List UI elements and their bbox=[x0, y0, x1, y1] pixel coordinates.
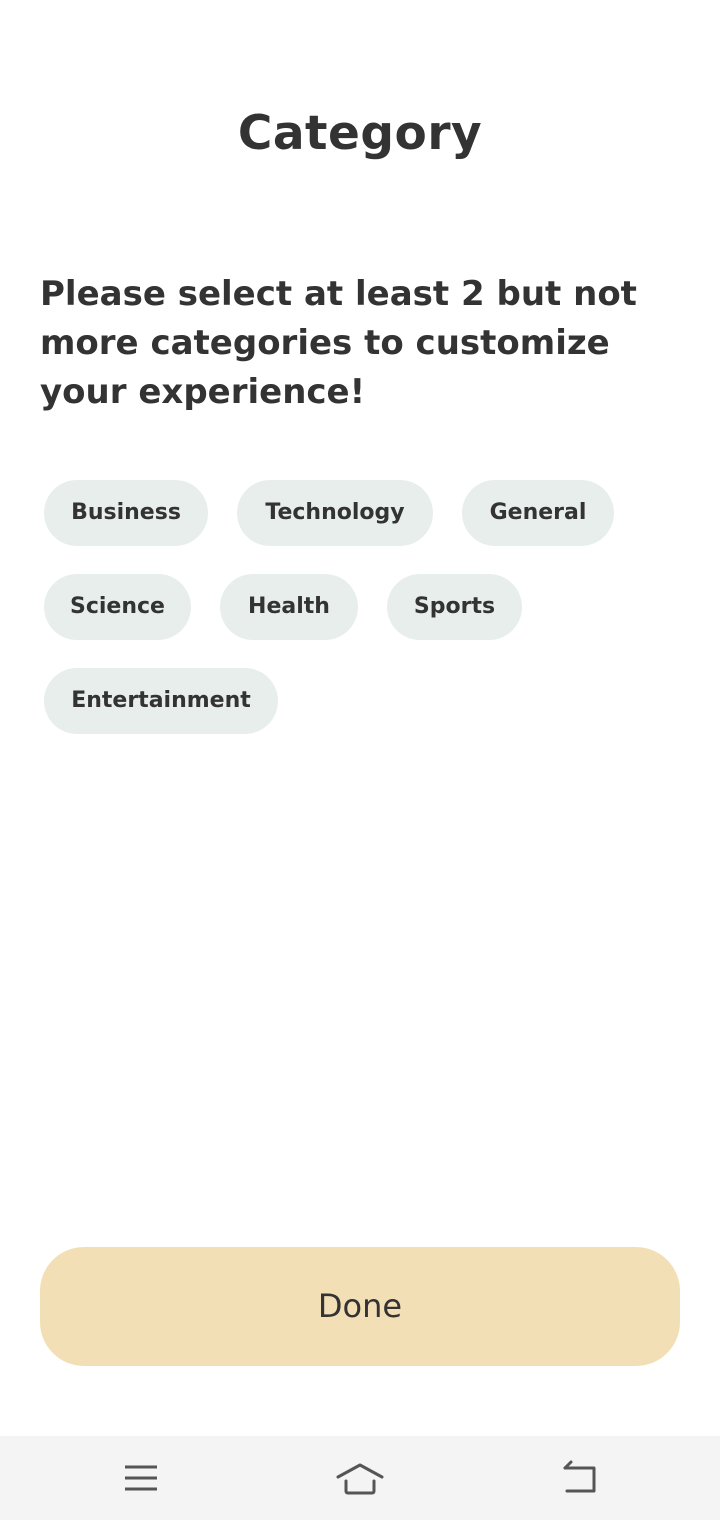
home-icon[interactable] bbox=[335, 1458, 385, 1498]
done-button[interactable]: Done bbox=[40, 1247, 680, 1366]
category-chip-business[interactable]: Business bbox=[44, 480, 208, 546]
system-navigation-bar bbox=[0, 1436, 720, 1520]
category-chip-entertainment[interactable]: Entertainment bbox=[44, 668, 278, 734]
instruction-text: Please select at least 2 but not more ca… bbox=[40, 274, 637, 412]
category-chip-sports[interactable]: Sports bbox=[387, 574, 522, 640]
menu-icon[interactable] bbox=[115, 1458, 165, 1498]
category-chip-technology[interactable]: Technology bbox=[237, 480, 433, 546]
category-chip-general[interactable]: General bbox=[462, 480, 614, 546]
page-title: Category bbox=[237, 106, 483, 161]
category-chip-science[interactable]: Science bbox=[44, 574, 191, 640]
category-screen: Category Please select at least 2 but no… bbox=[0, 0, 720, 1520]
back-icon[interactable] bbox=[555, 1458, 605, 1498]
category-chip-health[interactable]: Health bbox=[220, 574, 358, 640]
